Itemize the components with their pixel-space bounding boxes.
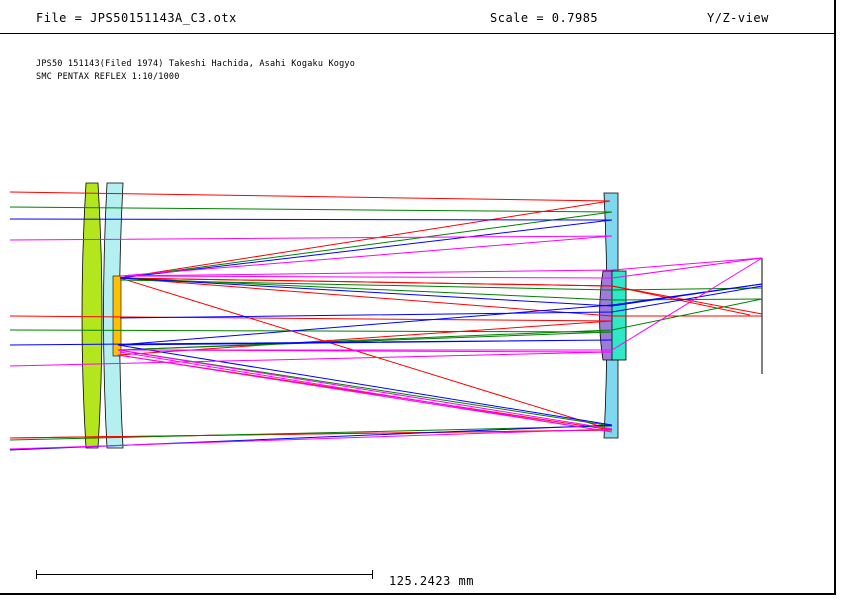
scale-bar: [36, 574, 372, 575]
ray-traces: [9, 191, 763, 451]
optical-layout-diagram: [9, 182, 763, 451]
blue-ray-bundle: [9, 218, 763, 451]
scale-bar-left-tick: [36, 570, 37, 579]
corrector-lens: [81, 182, 103, 449]
scale-bar-label: 125.2423 mm: [389, 574, 474, 588]
scale-bar-right-tick: [372, 570, 373, 579]
